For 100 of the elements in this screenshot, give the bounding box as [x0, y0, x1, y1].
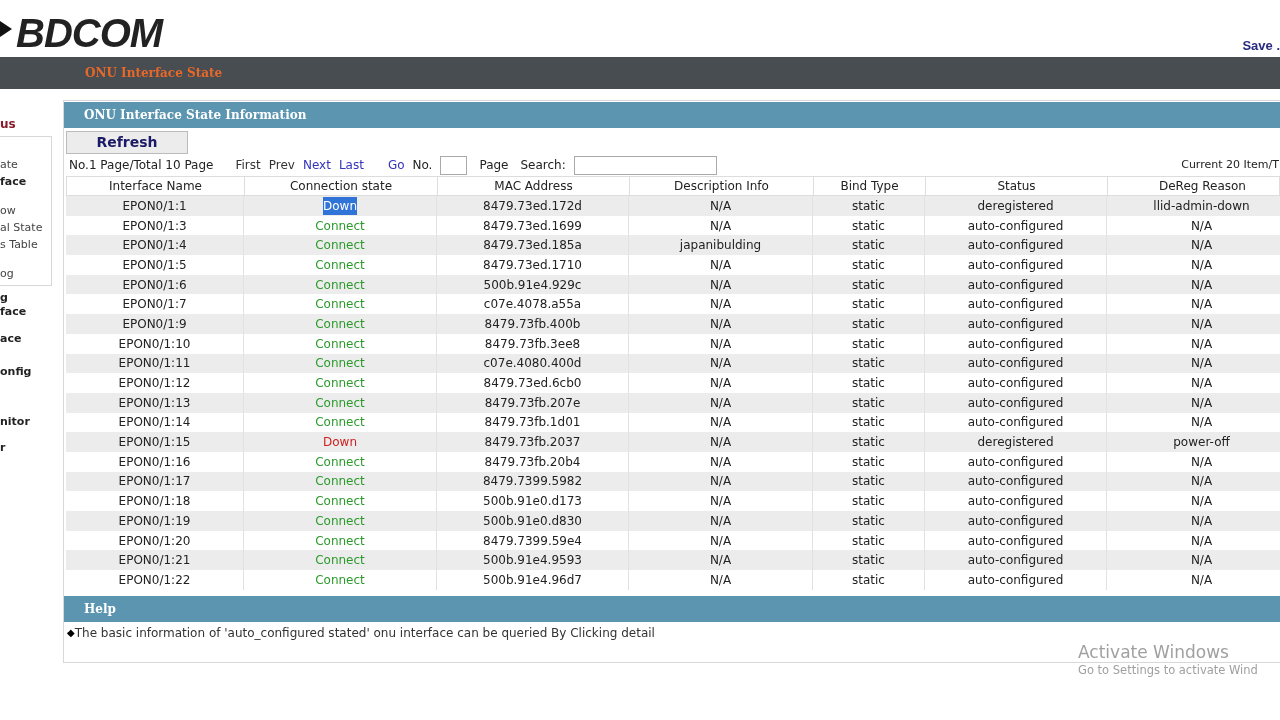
table-cell-text: Connect [315, 532, 365, 550]
table-cell-text: static [852, 434, 885, 452]
table-cell-text: 8479.73ed.172d [483, 197, 582, 215]
sidebar-item[interactable]: al State [0, 222, 51, 233]
sidebar-item[interactable]: ate [0, 159, 51, 170]
table-cell-text: Connect [315, 414, 365, 432]
table-cell-text: EPON0/1:6 [122, 276, 187, 294]
pager-link[interactable]: First [235, 156, 261, 174]
sidebar-item[interactable]: og [0, 268, 51, 279]
refresh-button[interactable]: Refresh [66, 131, 188, 154]
table-cell-text: auto-configured [967, 473, 1064, 491]
table-cell-text: EPON0/1:18 [118, 493, 191, 511]
sidebar-item[interactable]: s Table [0, 239, 51, 250]
table-cell-text: static [852, 394, 885, 412]
table-cell-text: N/A [709, 315, 732, 333]
column-header: Connection state [245, 177, 438, 195]
table-cell-text: N/A [709, 256, 732, 274]
pager-link[interactable]: Next [302, 156, 331, 174]
table-cell-text: static [852, 355, 885, 373]
table-cell-text: N/A [1190, 394, 1213, 412]
table-cell-text: N/A [709, 197, 732, 215]
sidebar-item[interactable]: g [0, 292, 63, 306]
sidebar-item[interactable]: nitor [0, 416, 63, 430]
table-cell-text: static [852, 315, 885, 333]
logo: BDCOM [16, 12, 163, 53]
table-cell-text: N/A [709, 217, 732, 235]
table-cell-text: N/A [709, 434, 732, 452]
table-cell-text: 500b.91e4.96d7 [483, 571, 582, 589]
table-cell-text: N/A [1190, 473, 1213, 491]
table-cell-text: N/A [1190, 256, 1213, 274]
save-link[interactable]: Save . [1242, 35, 1280, 55]
table-cell-text: static [852, 552, 885, 570]
table-cell-text: Connect [315, 552, 365, 570]
table-cell-text: auto-configured [967, 571, 1064, 589]
table-cell-text: static [852, 473, 885, 491]
table-cell-text: EPON0/1:14 [118, 414, 191, 432]
table-cell-text: N/A [1190, 532, 1213, 550]
table-cell-text: static [852, 453, 885, 471]
sidebar-item[interactable]: face [0, 176, 51, 187]
table-cell-text: Connect [315, 394, 365, 412]
table-cell-text: EPON0/1:22 [118, 571, 191, 589]
sidebar-item[interactable]: r [0, 442, 63, 456]
column-header: Status [926, 177, 1108, 195]
table-cell-text: N/A [1190, 315, 1213, 333]
table-cell-text: static [852, 256, 885, 274]
table-cell-text: EPON0/1:17 [118, 473, 191, 491]
table-cell-text: N/A [709, 355, 732, 373]
table-cell-text: N/A [709, 296, 732, 314]
table-cell-text: EPON0/1:5 [122, 256, 187, 274]
sidebar-item[interactable]: face [0, 306, 63, 320]
table-cell-text: Connect [315, 217, 365, 235]
table-cell-text: EPON0/1:12 [118, 375, 191, 393]
table-cell-text: llid-admin-down [1153, 197, 1250, 215]
table-cell-text: N/A [709, 532, 732, 550]
table-cell-text: Connect [315, 375, 365, 393]
table-cell-text: auto-configured [967, 217, 1064, 235]
go-link[interactable]: Go [387, 156, 405, 174]
table-cell-text: N/A [709, 571, 732, 589]
table-cell-text: Connect [315, 512, 365, 530]
table-cell-text: Connect [315, 493, 365, 511]
search-field[interactable] [573, 155, 717, 175]
table-cell-text: auto-configured [967, 276, 1064, 294]
table-cell-text: N/A [1190, 375, 1213, 393]
table-cell-text: N/A [1190, 414, 1213, 432]
table-cell-text: auto-configured [967, 453, 1064, 471]
page-number-field[interactable] [440, 155, 468, 175]
table-cell-text: N/A [709, 276, 732, 294]
table-cell: Down [323, 196, 357, 215]
table-cell-text: deregistered [977, 434, 1054, 452]
table-cell-text: 8479.7399.5982 [482, 473, 583, 491]
table-cell-text: Connect [315, 473, 365, 491]
column-header: Interface Name [67, 177, 245, 195]
pager-link[interactable]: Last [338, 156, 364, 174]
activation-subtitle: Go to Settings to activate Wind [1078, 663, 1258, 678]
table-cell-text: 500b.91e0.d830 [483, 512, 582, 530]
sidebar-item[interactable]: ow [0, 205, 51, 216]
table-cell-text: static [852, 414, 885, 432]
table-cell-text: EPON0/1:16 [118, 453, 191, 471]
table-cell-text: Connect [315, 335, 365, 353]
table-cell-text: auto-configured [967, 237, 1064, 255]
table-cell-text: EPON0/1:19 [118, 512, 191, 530]
table-cell-text: EPON0/1:10 [118, 335, 191, 353]
table-cell-text: EPON0/1:7 [122, 296, 187, 314]
table-cell-text: N/A [709, 394, 732, 412]
table-cell-text: auto-configured [967, 375, 1064, 393]
table-cell-text: Down [323, 434, 357, 452]
table-cell-text: N/A [1190, 237, 1213, 255]
sidebar-item[interactable]: ace [0, 333, 63, 347]
sidebar-item[interactable]: onfig [0, 366, 63, 380]
table-cell-text: EPON0/1:21 [118, 552, 191, 570]
page-number-label: No. [412, 157, 433, 174]
table-cell-text: 8479.73ed.6cb0 [483, 375, 582, 393]
table-cell-text: N/A [1190, 571, 1213, 589]
table-cell-text: EPON0/1:13 [118, 394, 191, 412]
pager-link[interactable]: Prev [268, 156, 295, 174]
table-cell-text: Connect [315, 237, 365, 255]
table-cell-text: EPON0/1:20 [118, 532, 191, 550]
table-cell-text: auto-configured [967, 335, 1064, 353]
panel-title: ONU Interface State Information [84, 107, 307, 124]
item-count: Current 20 Item/T [1181, 156, 1280, 173]
